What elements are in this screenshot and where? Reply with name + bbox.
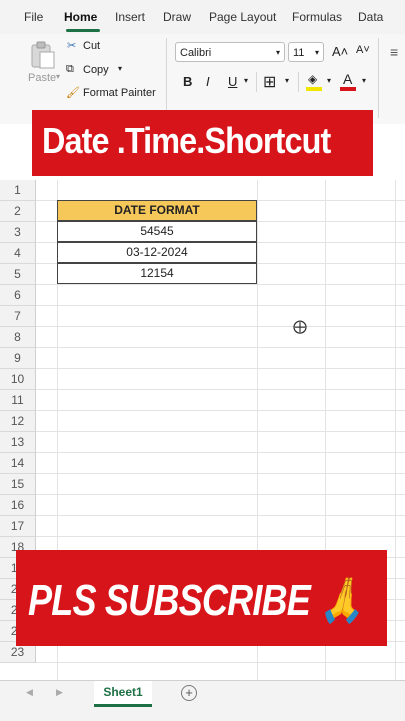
row-header[interactable]: 16: [0, 495, 36, 516]
row-header[interactable]: 7: [0, 306, 36, 327]
copy-dropdown-icon[interactable]: ▾: [118, 64, 122, 73]
sheet-tab[interactable]: Sheet1: [94, 681, 152, 707]
menu-file[interactable]: File: [24, 10, 43, 24]
paint-bucket-icon: ◈: [308, 72, 318, 86]
sheet-tab-bar: ◀ ▶ Sheet1 +: [0, 680, 405, 721]
clipboard-icon: [31, 41, 55, 69]
underline-button[interactable]: U: [228, 74, 237, 89]
row-line: [36, 326, 405, 327]
row-header[interactable]: 4: [0, 243, 36, 264]
row-header[interactable]: 3: [0, 222, 36, 243]
menu-insert[interactable]: Insert: [115, 10, 145, 24]
table-cell[interactable]: 03-12-2024: [57, 242, 257, 263]
bold-button[interactable]: B: [183, 74, 192, 89]
row-header[interactable]: 9: [0, 348, 36, 369]
borders-icon[interactable]: ⊞: [263, 72, 276, 92]
underline-dropdown-icon[interactable]: ▾: [244, 76, 248, 85]
shrink-font-button[interactable]: A˅: [356, 44, 370, 56]
row-header[interactable]: 12: [0, 411, 36, 432]
paste-label: Paste: [28, 72, 57, 84]
italic-button[interactable]: I: [206, 74, 210, 89]
menu-bar: File Home Insert Draw Page Layout Formul…: [0, 0, 405, 34]
row-line: [36, 347, 405, 348]
paste-button[interactable]: [28, 40, 56, 70]
row-line: [36, 284, 405, 285]
chevron-down-icon: ▾: [314, 48, 319, 57]
format-painter-button[interactable]: Format Painter: [83, 87, 156, 99]
font-color-button[interactable]: A: [340, 70, 358, 92]
font-color-dropdown-icon[interactable]: ▾: [362, 76, 366, 85]
row-header[interactable]: 17: [0, 516, 36, 537]
add-sheet-button[interactable]: +: [181, 685, 197, 701]
fill-color-swatch: [306, 87, 322, 91]
menu-formulas[interactable]: Formulas: [292, 10, 342, 24]
row-line: [36, 431, 405, 432]
row-header[interactable]: 5: [0, 264, 36, 285]
paintbrush-icon: 🖌: [66, 87, 80, 99]
menu-home[interactable]: Home: [64, 10, 97, 24]
paste-dropdown-icon[interactable]: ▾: [56, 72, 60, 81]
row-line: [36, 410, 405, 411]
ribbon-divider: [298, 72, 299, 92]
font-size-value: 11: [293, 47, 305, 59]
copy-button[interactable]: Copy: [83, 64, 109, 76]
title-text: Date .Time.Shortcut: [42, 120, 331, 161]
font-name-value: Calibri: [180, 47, 212, 59]
row-header[interactable]: 13: [0, 432, 36, 453]
font-color-letter: A: [343, 71, 353, 87]
row-line: [36, 515, 405, 516]
column-line: [395, 180, 396, 680]
scissors-icon: ✂: [67, 40, 77, 52]
row-header[interactable]: 15: [0, 474, 36, 495]
borders-dropdown-icon[interactable]: ▾: [285, 76, 289, 85]
font-color-swatch: [340, 87, 356, 91]
row-line: [36, 389, 405, 390]
subscribe-text: PLS SUBSCRIBE 🙏: [28, 576, 364, 625]
row-header[interactable]: 8: [0, 327, 36, 348]
subscribe-banner: PLS SUBSCRIBE 🙏: [16, 550, 387, 646]
menu-data[interactable]: Data: [358, 10, 383, 24]
fill-dropdown-icon[interactable]: ▾: [327, 76, 331, 85]
fill-color-button[interactable]: ◈: [306, 72, 324, 92]
table-cell[interactable]: 54545: [57, 221, 257, 242]
row-header[interactable]: 1: [0, 180, 36, 201]
crosshair-cursor-icon: ⨁: [293, 318, 307, 334]
ribbon-divider: [166, 38, 167, 118]
table-header-cell[interactable]: DATE FORMAT: [57, 200, 257, 221]
menu-page-layout[interactable]: Page Layout: [209, 10, 276, 24]
row-header[interactable]: 11: [0, 390, 36, 411]
title-banner: Date .Time.Shortcut: [32, 110, 373, 176]
row-line: [36, 494, 405, 495]
scroll-left-icon[interactable]: ◀: [26, 687, 33, 698]
copy-icon: ⧉: [66, 63, 74, 75]
font-name-select[interactable]: Calibri ▾: [175, 42, 285, 62]
row-line: [36, 473, 405, 474]
row-header[interactable]: 6: [0, 285, 36, 306]
cut-button[interactable]: Cut: [83, 40, 100, 52]
menu-draw[interactable]: Draw: [163, 10, 191, 24]
row-line: [36, 452, 405, 453]
ribbon-divider: [256, 72, 257, 92]
row-header[interactable]: 2: [0, 201, 36, 222]
scroll-right-icon[interactable]: ▶: [56, 687, 63, 698]
row-line: [36, 368, 405, 369]
grow-font-button[interactable]: A˄: [332, 44, 348, 59]
row-line: [36, 536, 405, 537]
row-line: [36, 662, 405, 663]
row-line: [36, 305, 405, 306]
align-lines-icon[interactable]: ≡: [390, 44, 398, 60]
table-cell[interactable]: 12154: [57, 263, 257, 284]
ribbon-divider: [378, 38, 379, 118]
chevron-down-icon: ▾: [275, 48, 280, 57]
font-size-select[interactable]: 11 ▾: [288, 42, 324, 62]
row-header[interactable]: 14: [0, 453, 36, 474]
active-tab-indicator: [66, 29, 100, 32]
row-header[interactable]: 10: [0, 369, 36, 390]
